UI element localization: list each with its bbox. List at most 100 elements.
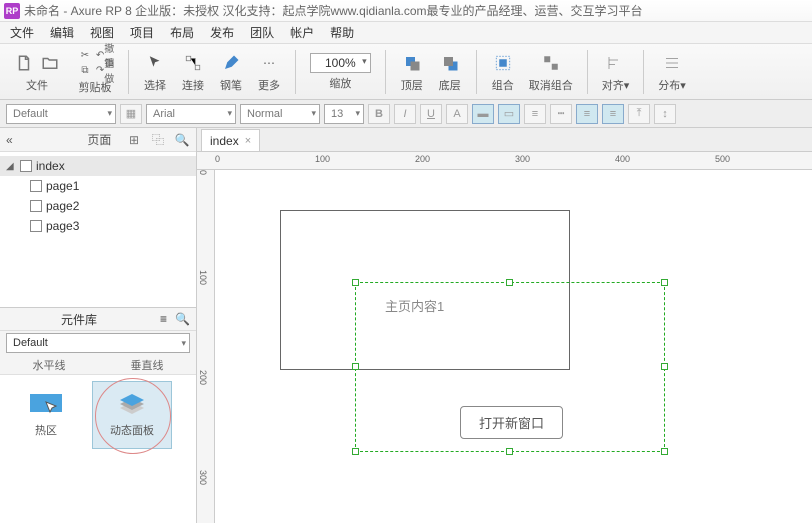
add-page-icon[interactable]: ⊞: [126, 132, 142, 148]
page-icon: [30, 220, 42, 232]
search-pages-icon[interactable]: 🔍: [174, 132, 190, 148]
menu-file[interactable]: 文件: [4, 22, 40, 43]
align-left-button[interactable]: ≡: [576, 104, 598, 124]
fill-color-button[interactable]: ▬: [472, 104, 494, 124]
line-style-button[interactable]: ┅: [550, 104, 572, 124]
align-middle-button[interactable]: ↕: [654, 104, 676, 124]
align-icon[interactable]: [603, 51, 627, 75]
group-connect: 连接: [177, 51, 209, 93]
separator: [128, 50, 129, 94]
tree-node-root[interactable]: ◢index: [0, 156, 196, 176]
library-combo[interactable]: Default: [6, 333, 190, 353]
widget-label: 动态面板: [110, 422, 154, 438]
align-top-button[interactable]: ⤒: [628, 104, 650, 124]
add-folder-icon[interactable]: ⿻: [150, 132, 166, 148]
style-paint-icon[interactable]: ▦: [120, 104, 142, 124]
tree-node[interactable]: page3: [0, 216, 196, 236]
category-vline[interactable]: 垂直线: [131, 357, 164, 373]
close-tab-icon[interactable]: ×: [245, 135, 251, 147]
collapse-icon[interactable]: «: [6, 133, 13, 147]
hotspot-icon: [28, 392, 64, 418]
resize-handle[interactable]: [352, 363, 359, 370]
menu-team[interactable]: 团队: [244, 22, 280, 43]
menu-project[interactable]: 项目: [124, 22, 160, 43]
resize-handle[interactable]: [506, 448, 513, 455]
resize-handle[interactable]: [661, 279, 668, 286]
tree-node[interactable]: page1: [0, 176, 196, 196]
tree-label: page3: [46, 219, 79, 233]
group-icon[interactable]: [491, 51, 515, 75]
library-categories: 水平线 垂直线: [0, 355, 196, 375]
style-combo[interactable]: Default: [6, 104, 116, 124]
button-widget[interactable]: 打开新窗口: [460, 406, 563, 439]
ungroup-label: 取消组合: [529, 77, 573, 93]
font-color-button[interactable]: A: [446, 104, 468, 124]
ruler-tick: 100: [315, 154, 330, 164]
ruler-horizontal: 0 100 200 300 400 500: [197, 152, 812, 170]
border-color-button[interactable]: ▭: [498, 104, 520, 124]
select-tool-icon[interactable]: [143, 51, 167, 75]
left-sidebar: « 页面 ⊞ ⿻ 🔍 ◢index page1 page2 page3 元件库 …: [0, 128, 197, 523]
menu-layout[interactable]: 布局: [164, 22, 200, 43]
design-canvas[interactable]: 主页内容1 打开新窗口: [215, 170, 812, 523]
align-center-button[interactable]: ≡: [602, 104, 624, 124]
group-front: 顶层: [396, 51, 428, 93]
separator: [643, 50, 644, 94]
menu-account[interactable]: 帐户: [284, 22, 320, 43]
resize-handle[interactable]: [661, 363, 668, 370]
menubar: 文件 编辑 视图 项目 布局 发布 团队 帐户 帮助: [0, 22, 812, 44]
ruler-tick: 300: [515, 154, 530, 164]
menu-publish[interactable]: 发布: [204, 22, 240, 43]
search-library-icon[interactable]: 🔍: [175, 312, 190, 326]
tree-node[interactable]: page2: [0, 196, 196, 216]
ruler-tick: 400: [615, 154, 630, 164]
text-widget[interactable]: 主页内容1: [385, 296, 444, 315]
line-width-button[interactable]: ≡: [524, 104, 546, 124]
format-bar: Default ▦ Arial Normal 13 B I U A ▬ ▭ ≡ …: [0, 100, 812, 128]
group-pen: 钢笔: [215, 51, 247, 93]
bold-button[interactable]: B: [368, 104, 390, 124]
cut-icon[interactable]: ✂: [76, 48, 94, 62]
window-title: 未命名 - Axure RP 8 企业版：未授权 汉化支持：起点学院www.qi…: [24, 2, 643, 19]
ruler-tick: 0: [198, 170, 208, 175]
font-combo[interactable]: Arial: [146, 104, 236, 124]
more-tool-icon[interactable]: ⋯: [257, 51, 281, 75]
titlebar: RP 未命名 - Axure RP 8 企业版：未授权 汉化支持：起点学院www…: [0, 0, 812, 22]
widget-hotspot[interactable]: 热区: [6, 381, 86, 449]
open-file-icon[interactable]: [38, 51, 62, 75]
group-clipboard: ✂ ↶撤销 ⧉ ↷重做 剪贴板: [72, 48, 118, 95]
menu-view[interactable]: 视图: [84, 22, 120, 43]
new-file-icon[interactable]: [12, 51, 36, 75]
weight-combo[interactable]: Normal: [240, 104, 320, 124]
size-combo[interactable]: 13: [324, 104, 364, 124]
resize-handle[interactable]: [506, 279, 513, 286]
redo-button[interactable]: ↷重做: [96, 63, 114, 77]
pen-tool-icon[interactable]: [219, 51, 243, 75]
italic-button[interactable]: I: [394, 104, 416, 124]
category-hline[interactable]: 水平线: [33, 357, 66, 373]
widget-dynamic-panel[interactable]: 动态面板: [92, 381, 172, 449]
library-items: 热区 动态面板: [0, 375, 196, 523]
library-menu-icon[interactable]: ≡: [160, 312, 167, 326]
separator: [385, 50, 386, 94]
dynamic-panel-icon: [114, 392, 150, 418]
front-label: 顶层: [401, 77, 423, 93]
resize-handle[interactable]: [352, 448, 359, 455]
connect-tool-icon[interactable]: [181, 51, 205, 75]
underline-button[interactable]: U: [420, 104, 442, 124]
ungroup-icon[interactable]: [539, 51, 563, 75]
menu-edit[interactable]: 编辑: [44, 22, 80, 43]
dist-label: 分布▾: [658, 77, 686, 93]
ruler-tick: 0: [215, 154, 220, 164]
resize-handle[interactable]: [352, 279, 359, 286]
zoom-combo[interactable]: 100%: [310, 53, 371, 73]
tab-index[interactable]: index×: [201, 129, 260, 151]
copy-icon[interactable]: ⧉: [76, 63, 94, 77]
page-tabs: index×: [197, 128, 812, 152]
distribute-icon[interactable]: [660, 51, 684, 75]
bring-front-icon[interactable]: [400, 51, 424, 75]
resize-handle[interactable]: [661, 448, 668, 455]
menu-help[interactable]: 帮助: [324, 22, 360, 43]
send-back-icon[interactable]: [438, 51, 462, 75]
library-title: 元件库: [61, 311, 97, 328]
